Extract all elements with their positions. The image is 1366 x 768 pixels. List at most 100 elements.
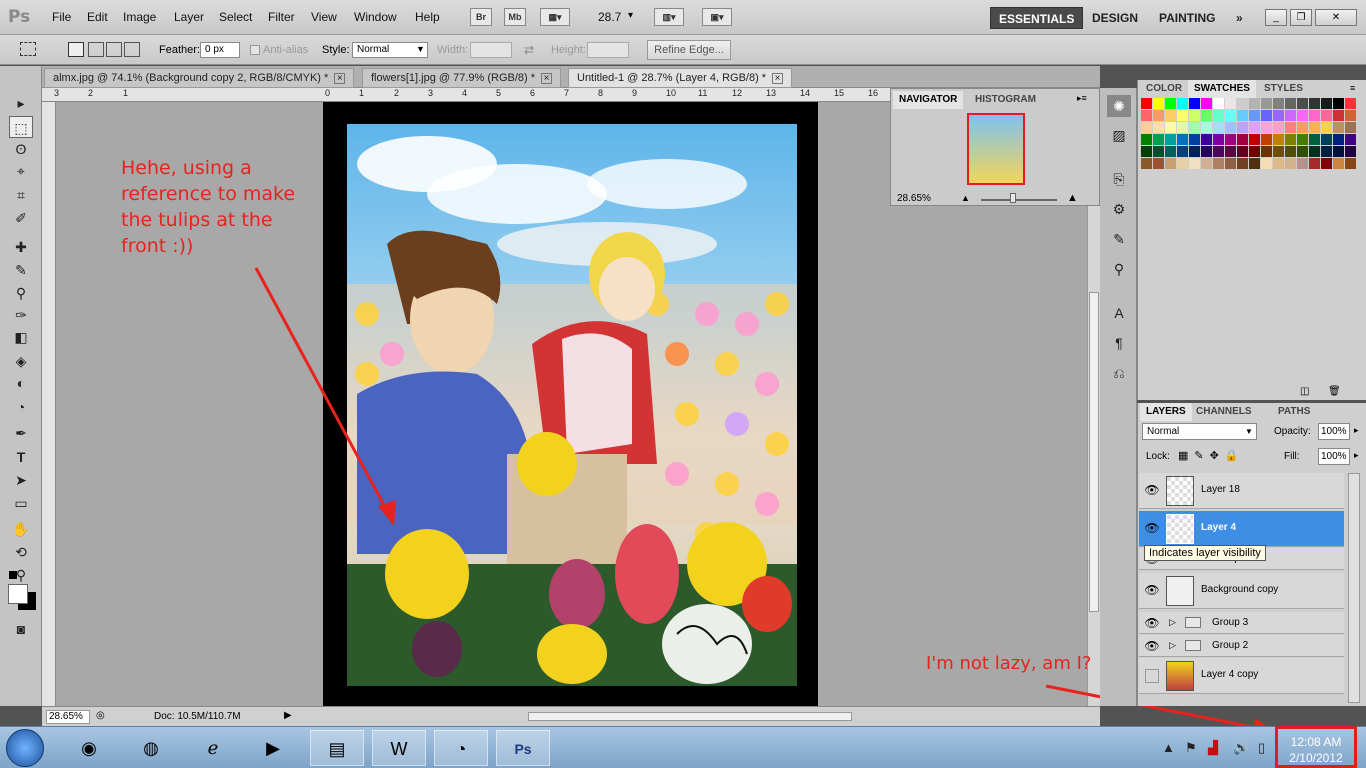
workspace-painting[interactable]: PAINTING [1151,7,1223,29]
path-selection-tool-icon[interactable]: ➤ [9,469,33,491]
blur-tool-icon[interactable]: ◐ [9,372,33,394]
color-swatch[interactable] [1285,110,1296,121]
fill-input[interactable]: 100% [1318,448,1350,465]
layers-scrollbar[interactable] [1348,473,1360,703]
color-swatch[interactable] [1213,122,1224,133]
close-icon[interactable]: × [334,73,346,84]
eyedropper-tool-icon[interactable]: ✐ [9,207,33,229]
color-swatch[interactable] [1321,158,1332,169]
color-swatch[interactable] [1321,98,1332,109]
color-swatch[interactable] [1309,98,1320,109]
expand-arrow-icon[interactable]: ▷ [1169,640,1176,651]
color-swatch[interactable] [1273,110,1284,121]
media-player-icon[interactable]: ▶ [246,730,300,766]
horizontal-scrollbar[interactable] [528,712,852,721]
intersect-selection-icon[interactable] [124,42,140,57]
new-selection-icon[interactable] [68,42,84,57]
color-swatch[interactable] [1201,146,1212,157]
opacity-input[interactable]: 100% [1318,423,1350,440]
eye-icon[interactable]: 👁 [1144,583,1160,597]
clone-source-icon[interactable]: ⚲ [1107,258,1131,280]
color-swatch[interactable] [1237,110,1248,121]
default-colors-icon[interactable] [9,571,17,579]
color-swatch[interactable] [1237,146,1248,157]
healing-brush-tool-icon[interactable]: ✚ [9,236,33,258]
color-swatch[interactable] [1273,122,1284,133]
color-swatch[interactable] [1249,110,1260,121]
photoshop-icon[interactable]: Ps [496,730,550,766]
clone-stamp-tool-icon[interactable]: ⚲ [9,282,33,304]
zoom-input[interactable]: 28.65% [46,710,90,724]
menu-image[interactable]: Image [123,10,156,24]
workspace-more[interactable]: » [1228,7,1251,29]
color-swatch[interactable] [1285,122,1296,133]
menu-window[interactable]: Window [354,10,397,24]
layer-row-group-3[interactable]: 👁 ▷ Group 3 [1139,612,1344,634]
visibility-toggle[interactable] [1145,669,1159,683]
color-swatch[interactable] [1309,134,1320,145]
color-swatch[interactable] [1261,146,1272,157]
mini-bridge-button[interactable]: Mb [504,8,526,26]
color-swatch[interactable] [1333,158,1344,169]
close-button[interactable]: ✕ [1315,9,1357,26]
color-swatch[interactable] [1297,158,1308,169]
color-swatch[interactable] [1309,122,1320,133]
color-swatch[interactable] [1213,134,1224,145]
zoom-level[interactable]: 28.7 [598,10,621,24]
clock[interactable]: 12:08 AM 2/10/2012 [1275,726,1357,768]
network-icon[interactable]: ▟ [1208,740,1218,756]
color-swatch[interactable] [1285,158,1296,169]
paragraph-icon[interactable]: ¶ [1107,332,1131,354]
color-swatch[interactable] [1201,122,1212,133]
quick-mask-icon[interactable]: ◙ [9,618,33,640]
tab-layers[interactable]: LAYERS [1140,403,1192,421]
quick-select-tool-icon[interactable]: ⌖ [9,160,33,182]
pen-tool-icon[interactable]: ✒ [9,422,33,444]
add-selection-icon[interactable] [88,42,104,57]
color-swatch[interactable] [1165,158,1176,169]
zoom-out-icon[interactable]: ▲ [961,193,970,203]
color-swatch[interactable] [1249,158,1260,169]
chrome-icon[interactable]: ◉ [62,730,116,766]
eye-icon[interactable]: 👁 [1144,639,1160,653]
color-swatch[interactable] [1153,146,1164,157]
color-swatch[interactable] [1297,110,1308,121]
color-swatch[interactable] [1141,146,1152,157]
firefox-icon[interactable]: ◍ [124,730,178,766]
tab-untitled[interactable]: Untitled-1 @ 28.7% (Layer 4, RGB/8) * × [568,68,793,88]
layer-row-group-2[interactable]: 👁 ▷ Group 2 [1139,635,1344,657]
color-swatch[interactable] [1153,110,1164,121]
volume-icon[interactable]: 🔊 [1233,740,1249,756]
color-swatch[interactable] [1345,98,1356,109]
color-swatch[interactable] [1333,122,1344,133]
layer-row-layer-4-copy[interactable]: Layer 4 copy [1139,658,1344,694]
panel-menu-icon[interactable]: ▸≡ [1077,93,1087,104]
tool-presets-icon[interactable]: ⎌ [1107,362,1131,384]
color-swatch[interactable] [1261,98,1272,109]
delete-swatch-icon[interactable]: 🗑 [1328,386,1341,397]
color-swatch[interactable] [1189,158,1200,169]
tab-channels[interactable]: CHANNELS [1190,403,1258,421]
color-swatch[interactable] [1345,110,1356,121]
menu-view[interactable]: View [311,10,337,24]
color-swatch[interactable] [1201,158,1212,169]
hand-tool-icon[interactable]: ✋ [9,518,33,540]
color-swatch[interactable] [1177,98,1188,109]
screen-mode-icon[interactable]: ▣▾ [702,8,732,26]
color-swatch[interactable] [1333,134,1344,145]
color-swatch[interactable] [1237,122,1248,133]
artwork-image[interactable] [347,124,797,686]
navigator-zoom[interactable]: 28.65% [897,193,931,204]
color-swatch[interactable] [1321,110,1332,121]
lock-icons[interactable]: ▦✎✥🔒 [1178,449,1245,462]
color-swatch[interactable] [1321,122,1332,133]
history-brush-tool-icon[interactable]: ✑ [9,304,33,326]
color-swatch[interactable] [1177,146,1188,157]
color-swatch[interactable] [1249,98,1260,109]
eye-icon[interactable]: 👁 [1144,521,1160,535]
feather-input[interactable]: 0 px [200,42,240,58]
bridge-button[interactable]: Br [470,8,492,26]
color-swatch[interactable] [1165,110,1176,121]
antialias-checkbox[interactable] [250,45,260,55]
blend-mode-select[interactable]: Normal [1142,423,1257,440]
